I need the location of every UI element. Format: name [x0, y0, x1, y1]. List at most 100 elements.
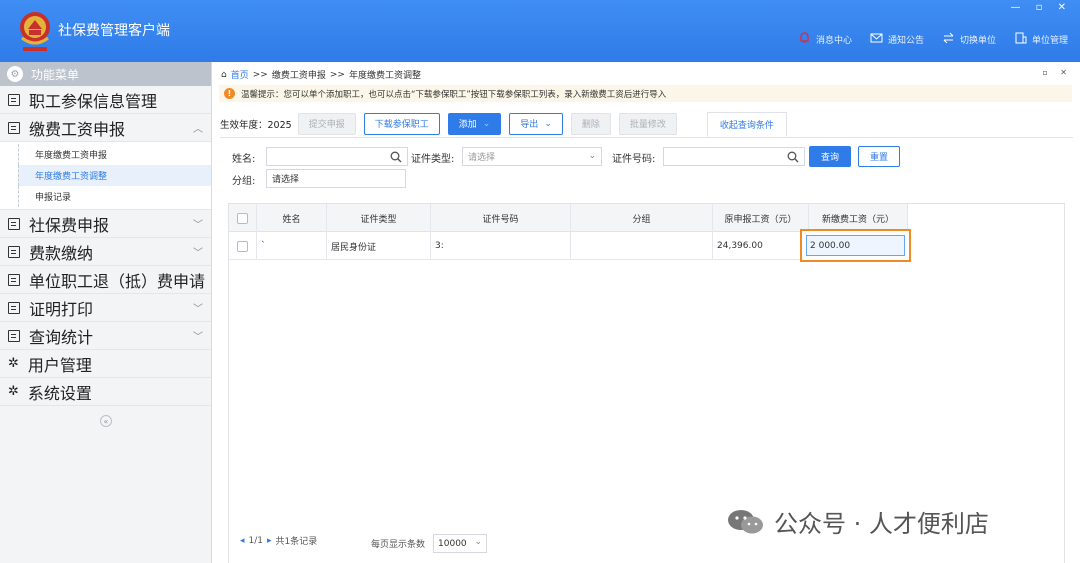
- reset-button[interactable]: 重置: [858, 146, 900, 167]
- breadcrumb-sep: >>: [252, 69, 268, 80]
- sidebar-item-employee-insurance[interactable]: 职工参保信息管理: [0, 86, 211, 114]
- row-checkbox[interactable]: [237, 240, 248, 252]
- breadcrumb-level2: 年度缴费工资调整: [348, 71, 421, 81]
- select-all-cell: [229, 204, 257, 232]
- collapse-query-tab[interactable]: 收起查询条件: [706, 112, 787, 137]
- sidebar-item-wage-declaration[interactable]: 缴费工资申报 ︿: [0, 114, 211, 142]
- column-header[interactable]: 证件号码: [431, 204, 571, 232]
- bell-icon: [798, 32, 811, 47]
- new-salary-input[interactable]: 2 000.00: [806, 235, 905, 256]
- year-value: 2025: [267, 119, 292, 131]
- top-nav-label: 消息中心: [815, 36, 852, 46]
- query-button[interactable]: 查询: [809, 146, 851, 167]
- home-icon: ⌂: [221, 69, 227, 80]
- info-icon: !: [224, 88, 235, 99]
- delete-button[interactable]: 删除: [570, 112, 611, 135]
- batch-edit-button[interactable]: 批量修改: [618, 112, 677, 135]
- chevron-down-icon: ⌄: [474, 537, 483, 547]
- sidebar-item-label: 职工参保信息管理: [29, 91, 158, 111]
- submenu-item-wage-adjust[interactable]: 年度缴费工资调整: [18, 165, 211, 186]
- page-size-select[interactable]: 10000 ⌄: [433, 534, 488, 553]
- add-button[interactable]: 添加 ⌄: [447, 112, 502, 135]
- print-icon: [8, 301, 20, 314]
- sidebar-item-print[interactable]: 证明打印 ﹀: [0, 294, 211, 322]
- window-controls[interactable]: — ▫ ✕: [1010, 2, 1072, 13]
- export-label: 导出: [520, 120, 539, 130]
- search-icon[interactable]: [390, 151, 402, 166]
- mail-icon: [870, 32, 883, 47]
- sidebar-item-label: 查询统计: [29, 327, 94, 347]
- main-panel: ⌂ 首页 >> 缴费工资申报 >> 年度缴费工资调整 ▫ ✕ ! 温馨提示：您可…: [213, 62, 1080, 563]
- sidebar-item-label: 单位职工退（抵）费申请: [29, 271, 206, 291]
- top-nav-unit-manage[interactable]: 单位管理: [1014, 32, 1068, 47]
- breadcrumb-level1[interactable]: 缴费工资申报: [272, 68, 326, 81]
- column-header[interactable]: 分组: [571, 204, 713, 232]
- collapse-sidebar-button[interactable]: «: [100, 415, 112, 427]
- id-type-label: 证件类型:: [411, 154, 455, 165]
- column-header[interactable]: 原申报工资（元）: [713, 204, 809, 232]
- export-button[interactable]: 导出 ⌄: [509, 112, 563, 135]
- id-no-label: 证件号码:: [612, 154, 656, 165]
- breadcrumb-sep: >>: [329, 69, 345, 80]
- table-header: 姓名 证件类型 证件号码 分组 原申报工资（元） 新缴费工资（元）: [229, 204, 908, 232]
- cell-id-type: 居民身份证: [327, 232, 431, 260]
- row-select-cell: [229, 232, 257, 260]
- sidebar-item-refund[interactable]: 单位职工退（抵）费申请: [0, 266, 211, 294]
- sidebar-item-settings[interactable]: ✲ 系统设置: [0, 378, 211, 406]
- cell-group: [571, 232, 713, 260]
- list-icon: [8, 93, 20, 106]
- gear-icon: ✲: [8, 356, 19, 371]
- wechat-icon: [726, 508, 766, 536]
- chevron-down-icon: ⌄: [544, 118, 552, 129]
- new-salary-highlight: 2 000.00: [800, 229, 911, 262]
- building-icon: [1014, 32, 1027, 47]
- submenu-item-annual-wage[interactable]: 年度缴费工资申报: [18, 144, 211, 165]
- chevron-down-icon: ⌄: [588, 151, 596, 161]
- chart-icon: [8, 329, 20, 342]
- sidebar-item-label: 证明打印: [29, 299, 94, 319]
- sidebar-item-payment[interactable]: 费款缴纳 ﹀: [0, 238, 211, 266]
- sidebar-header: ⚙ 功能菜单: [0, 62, 211, 86]
- tip-banner: ! 温馨提示：您可以单个添加职工，也可以点击“下载参保职工”按钮下载参保职工列表…: [219, 85, 1072, 102]
- chevron-down-icon: ﹀: [193, 248, 203, 259]
- list-icon: [8, 273, 20, 286]
- sidebar-item-query[interactable]: 查询统计 ﹀: [0, 322, 211, 350]
- id-type-select[interactable]: 请选择 ⌄: [462, 147, 602, 166]
- tip-text: 温馨提示：您可以单个添加职工，也可以点击“下载参保职工”按钮下载参保职工列表，录…: [241, 89, 667, 100]
- top-nav-switch-unit[interactable]: 切换单位: [942, 32, 996, 47]
- top-nav-notices[interactable]: 通知公告: [870, 32, 924, 47]
- column-header[interactable]: 证件类型: [327, 204, 431, 232]
- sidebar-header-label: 功能菜单: [31, 67, 80, 82]
- column-header[interactable]: 姓名: [257, 204, 327, 232]
- id-no-input[interactable]: [663, 147, 805, 166]
- select-all-checkbox[interactable]: [237, 212, 248, 224]
- group-select[interactable]: 请选择: [266, 169, 406, 188]
- next-page-icon[interactable]: ▸: [267, 536, 272, 546]
- prev-page-icon[interactable]: ◂: [240, 536, 245, 546]
- submenu-item-records[interactable]: 申报记录: [18, 186, 211, 207]
- breadcrumb-home[interactable]: 首页: [231, 68, 249, 81]
- search-form: 姓名: 证件类型: 请选择 ⌄ 证件号码: 查询 重置 分组: 请选择: [220, 137, 1073, 189]
- submit-button[interactable]: 提交申报: [297, 112, 356, 135]
- search-icon[interactable]: [787, 151, 799, 166]
- watermark: 公众号 · 人才便利店: [726, 504, 989, 539]
- sidebar-item-social-fee[interactable]: 社保费申报 ﹀: [0, 210, 211, 238]
- chevron-down-icon: ﹀: [193, 220, 203, 231]
- download-employees-button[interactable]: 下载参保职工: [363, 112, 440, 135]
- name-label: 姓名:: [232, 154, 256, 165]
- total-records: 共1条记录: [275, 537, 318, 547]
- panel-controls[interactable]: ▫ ✕: [1042, 68, 1072, 77]
- switch-icon: [942, 32, 955, 47]
- sidebar-item-label: 系统设置: [27, 383, 92, 403]
- chevron-down-icon: ﹀: [193, 304, 203, 315]
- page-size-label: 每页显示条数: [371, 540, 426, 550]
- name-input[interactable]: [266, 147, 408, 166]
- submenu: 年度缴费工资申报 年度缴费工资调整 申报记录: [0, 142, 211, 210]
- column-header[interactable]: 新缴费工资（元）: [809, 204, 908, 232]
- gear-icon: ✲: [8, 384, 19, 399]
- top-nav-label: 通知公告: [887, 36, 924, 46]
- sidebar-item-users[interactable]: ✲ 用户管理: [0, 350, 211, 378]
- page-indicator: 1/1: [248, 535, 264, 546]
- top-nav-messages[interactable]: 消息中心: [798, 32, 852, 47]
- pager: ◂ 1/1 ▸ 共1条记录: [240, 534, 318, 548]
